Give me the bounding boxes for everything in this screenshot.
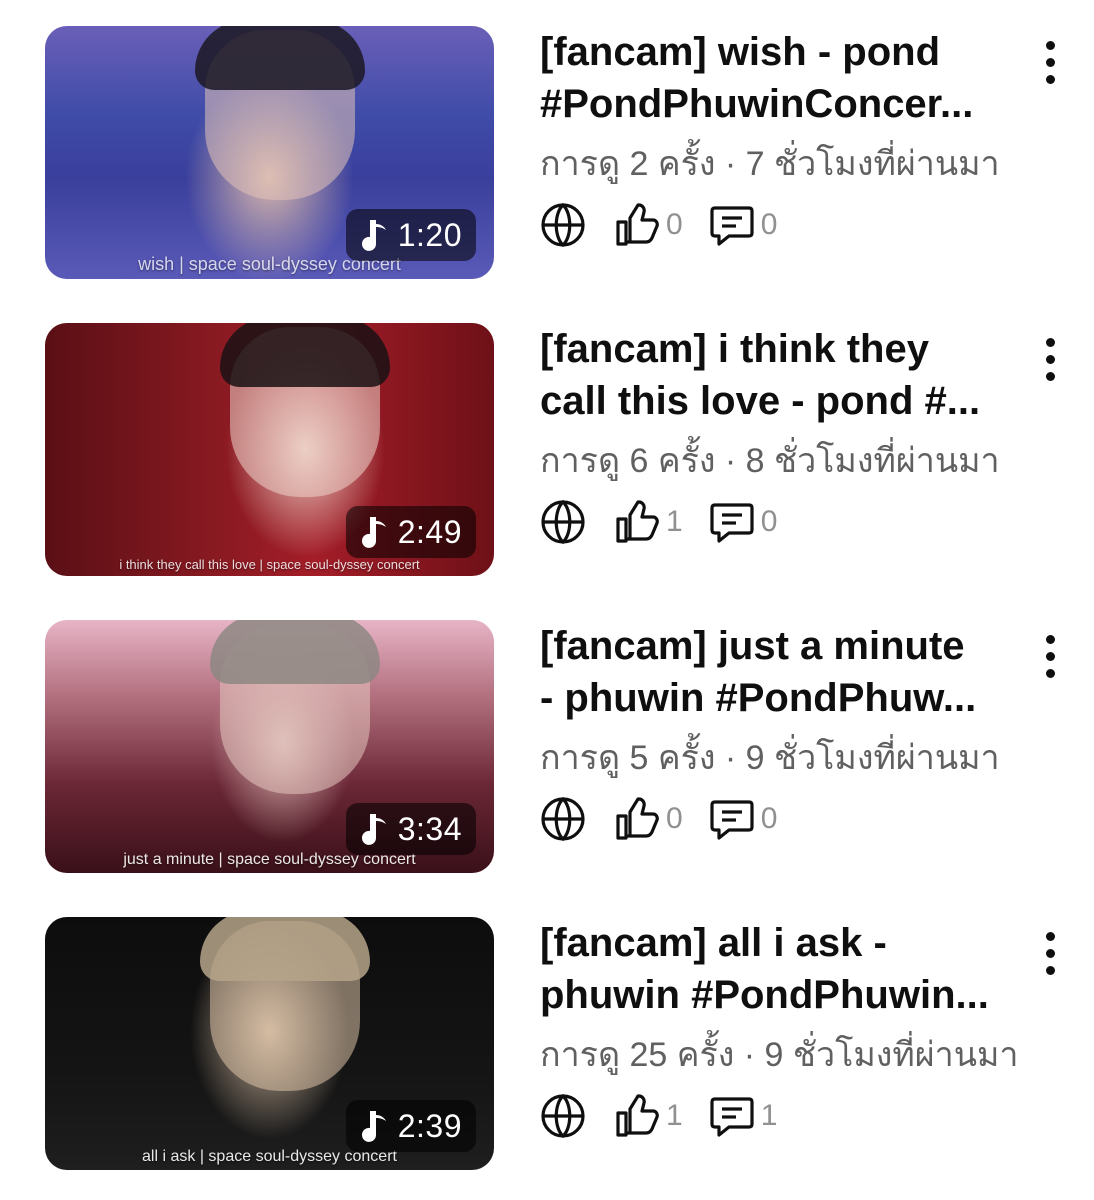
video-item[interactable]: wish | space soul-dyssey concert 1:20 [f… [0,26,1094,296]
thumbnail-figure-hair [199,917,370,981]
music-note-icon [361,814,386,845]
video-item[interactable]: just a minute | space soul-dyssey concer… [0,620,1094,890]
video-meta: การดู 6 ครั้ง · 8 ชั่วโมงที่ผ่านมา [540,442,1000,480]
video-title-line: [fancam] all i ask - [540,921,887,965]
video-title-line: [fancam] just a minute [540,624,965,668]
more-options-button[interactable] [1030,329,1070,389]
more-vertical-icon [1045,634,1055,644]
more-vertical-icon [1045,371,1055,381]
more-vertical-icon [1045,354,1055,364]
music-note-icon [361,220,386,251]
video-thumbnail[interactable]: just a minute | space soul-dyssey concer… [45,620,494,873]
like-count: 1 [666,505,683,538]
duration-badge: 2:49 [345,506,476,558]
thumbs-up-icon[interactable] [614,499,660,545]
video-title-line: - phuwin #PondPhuw... [540,676,977,720]
comment-count: 0 [760,208,778,241]
thumbnail-figure-hair [209,620,380,684]
video-stats: 1 1 [540,1093,1020,1139]
thumbs-up-icon[interactable] [614,1093,660,1139]
more-vertical-icon [1045,931,1055,941]
video-stats: 1 0 [540,499,1020,545]
more-options-button[interactable] [1030,32,1070,92]
duration-label: 2:39 [397,1107,462,1144]
video-title-line: [fancam] i think they [540,327,929,371]
video-title-line: phuwin #PondPhuwin... [540,973,989,1017]
more-vertical-icon [1045,948,1055,958]
duration-badge: 2:39 [345,1100,476,1152]
more-vertical-icon [1045,40,1055,50]
globe-icon [541,1093,585,1139]
more-vertical-icon [1045,668,1055,678]
globe-icon [541,202,585,248]
video-info: [fancam] i think they call this love - p… [540,323,1020,545]
comment-count: 0 [760,802,778,835]
comment-icon[interactable] [709,499,755,545]
comment-icon[interactable] [709,796,755,842]
video-meta: การดู 2 ครั้ง · 7 ชั่วโมงที่ผ่านมา [540,145,1000,183]
duration-label: 3:34 [397,810,462,847]
music-note-icon [361,1111,386,1142]
video-stats: 0 0 [540,796,1020,842]
video-title[interactable]: [fancam] all i ask - phuwin #PondPhuwin.… [540,917,1020,1021]
more-vertical-icon [1045,965,1055,975]
video-list: wish | space soul-dyssey concert 1:20 [f… [0,0,1094,1200]
more-vertical-icon [1045,337,1055,347]
like-count: 0 [666,802,683,835]
duration-label: 1:20 [397,216,462,253]
globe-icon [541,796,585,842]
video-info: [fancam] wish - pond #PondPhuwinConcer..… [540,26,1020,248]
video-title-line: [fancam] wish - pond [540,30,940,74]
comment-icon[interactable] [709,202,755,248]
video-thumbnail[interactable]: i think they call this love | space soul… [45,323,494,576]
video-title[interactable]: [fancam] wish - pond #PondPhuwinConcer..… [540,26,1020,130]
globe-icon [541,499,585,545]
duration-label: 2:49 [397,513,462,550]
video-title[interactable]: [fancam] just a minute - phuwin #PondPhu… [540,620,1020,724]
thumbs-up-icon[interactable] [614,202,660,248]
music-note-icon [361,517,386,548]
thumbnail-figure-hair [194,26,365,90]
video-title[interactable]: [fancam] i think they call this love - p… [540,323,1020,427]
video-item[interactable]: i think they call this love | space soul… [0,323,1094,593]
comment-count: 0 [760,505,778,538]
like-count: 1 [666,1099,683,1132]
more-options-button[interactable] [1030,923,1070,983]
thumbs-up-icon[interactable] [614,796,660,842]
more-vertical-icon [1045,74,1055,84]
duration-badge: 3:34 [345,803,476,855]
video-title-line: #PondPhuwinConcer... [540,82,974,126]
video-info: [fancam] just a minute - phuwin #PondPhu… [540,620,1020,842]
duration-badge: 1:20 [345,209,476,261]
video-item[interactable]: all i ask | space soul-dyssey concert 2:… [0,917,1094,1187]
video-stats: 0 0 [540,202,1020,248]
video-meta: การดู 5 ครั้ง · 9 ชั่วโมงที่ผ่านมา [540,739,1000,777]
video-info: [fancam] all i ask - phuwin #PondPhuwin.… [540,917,1020,1139]
comment-count: 1 [760,1099,778,1132]
video-title-line: call this love - pond #... [540,379,981,423]
thumbnail-figure-hair [219,323,390,387]
more-vertical-icon [1045,57,1055,67]
more-vertical-icon [1045,651,1055,661]
video-thumbnail[interactable]: all i ask | space soul-dyssey concert 2:… [45,917,494,1170]
comment-icon[interactable] [709,1093,755,1139]
like-count: 0 [666,208,683,241]
video-thumbnail[interactable]: wish | space soul-dyssey concert 1:20 [45,26,494,279]
thumbnail-caption: i think they call this love | space soul… [119,557,420,572]
video-meta: การดู 25 ครั้ง · 9 ชั่วโมงที่ผ่านมา [540,1036,1019,1074]
more-options-button[interactable] [1030,626,1070,686]
